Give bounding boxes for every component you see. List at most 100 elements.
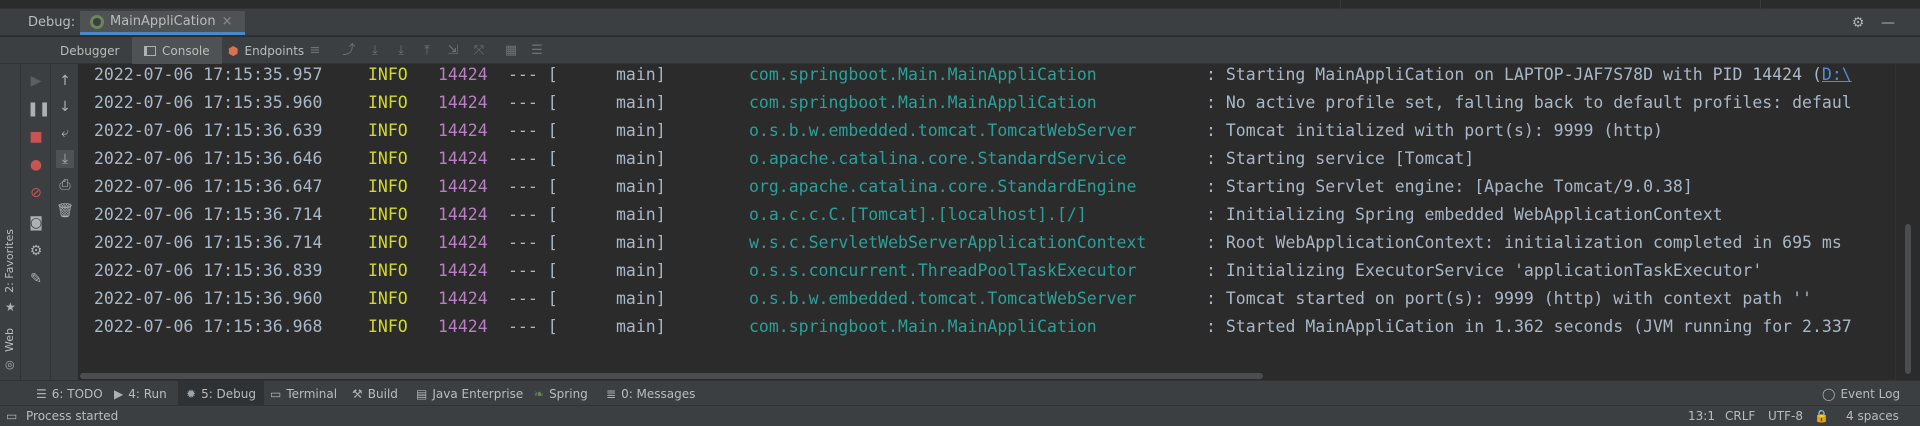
log-line: 2022-07-06 17:15:36.646 INFO 14424 --- [… bbox=[94, 146, 1474, 172]
log-thread: main] bbox=[616, 205, 666, 224]
close-icon[interactable]: × bbox=[222, 14, 233, 29]
frames-icon[interactable]: ▦ bbox=[503, 43, 519, 59]
tab-java-enterprise[interactable]: ▤ Java Enterprise bbox=[412, 381, 527, 406]
log-level: INFO bbox=[368, 149, 408, 168]
line-separator[interactable]: CRLF bbox=[1725, 409, 1755, 423]
tab-debugger[interactable]: Debugger bbox=[50, 37, 129, 64]
view-breakpoints-icon[interactable]: ● bbox=[27, 156, 45, 174]
file-link[interactable]: D:\ bbox=[1822, 65, 1852, 84]
threads-icon[interactable]: ☰ bbox=[529, 43, 545, 59]
horizontal-scroll-thumb[interactable] bbox=[80, 373, 1263, 379]
up-arrow-icon[interactable]: ↑ bbox=[56, 72, 74, 90]
spring-icon: ❧ bbox=[534, 386, 545, 401]
log-level: INFO bbox=[368, 317, 408, 336]
log-pid: 14424 bbox=[438, 205, 488, 224]
pin-icon[interactable]: ✎ bbox=[27, 270, 45, 288]
log-message: : Root WebApplicationContext: initializa… bbox=[1206, 233, 1842, 252]
tab-console[interactable]: Console bbox=[132, 37, 222, 64]
tab-label: 6: TODO bbox=[51, 386, 103, 401]
tab-todo[interactable]: ☰ 6: TODO bbox=[32, 381, 107, 406]
caret-position[interactable]: 13:1 bbox=[1688, 409, 1715, 423]
tab-label: Debugger bbox=[60, 43, 120, 58]
log-separator: --- [ bbox=[508, 177, 558, 196]
gear-icon[interactable]: ⚙ bbox=[27, 242, 45, 260]
pause-icon[interactable]: ❚❚ bbox=[27, 100, 50, 118]
log-line: 2022-07-06 17:15:36.714 INFO 14424 --- [… bbox=[94, 230, 1842, 256]
messages-icon: ≣ bbox=[606, 386, 617, 401]
log-message: : Tomcat started on port(s): 9999 (http)… bbox=[1206, 289, 1812, 308]
status-bar: ▭ Process started 13:1 CRLF UTF-8 🔒 4 sp… bbox=[0, 405, 1920, 426]
evaluate-icon[interactable]: ⤧ bbox=[471, 43, 487, 59]
tab-build[interactable]: ⚒ Build bbox=[348, 381, 402, 406]
trash-icon[interactable]: 🗑 bbox=[56, 202, 74, 220]
down-arrow-icon[interactable]: ↓ bbox=[56, 98, 74, 116]
vertical-scrollbar[interactable] bbox=[1895, 64, 1920, 380]
step-out-icon[interactable]: ⤒ bbox=[419, 43, 435, 59]
tab-label: Console bbox=[162, 43, 210, 58]
log-pid: 14424 bbox=[438, 177, 488, 196]
log-separator: --- [ bbox=[508, 93, 558, 112]
gear-icon[interactable]: ⚙ bbox=[1850, 15, 1866, 31]
log-pid: 14424 bbox=[438, 261, 488, 280]
log-pid: 14424 bbox=[438, 121, 488, 140]
log-message: : Tomcat initialized with port(s): 9999 … bbox=[1206, 121, 1663, 140]
tab-endpoints[interactable]: ⬢ Endpoints bbox=[220, 37, 312, 64]
editor-top-strip bbox=[0, 0, 1920, 9]
resume-icon[interactable]: ▶ bbox=[27, 72, 45, 90]
vertical-scroll-thumb[interactable] bbox=[1905, 224, 1911, 374]
soft-wrap-icon[interactable]: ⤶ bbox=[56, 124, 74, 142]
mute-breakpoints-icon[interactable]: ⊘ bbox=[27, 184, 45, 202]
tab-debug[interactable]: ✹ 5: Debug bbox=[178, 381, 265, 406]
divider bbox=[1340, 0, 1341, 9]
session-tab-label: MainAppliCation bbox=[110, 14, 216, 29]
log-timestamp: 2022-07-06 17:15:35.960 bbox=[94, 93, 323, 112]
log-line: 2022-07-06 17:15:36.647 INFO 14424 --- [… bbox=[94, 174, 1693, 200]
menu-icon[interactable]: ≡ bbox=[307, 43, 323, 59]
star-icon[interactable]: ★ bbox=[5, 300, 16, 314]
log-separator: --- [ bbox=[508, 65, 558, 84]
log-timestamp: 2022-07-06 17:15:36.960 bbox=[94, 289, 323, 308]
show-execution-point-icon[interactable]: ⤴ bbox=[341, 43, 357, 59]
scroll-to-end-icon[interactable]: ⤓ bbox=[56, 150, 74, 168]
log-line: 2022-07-06 17:15:36.714 INFO 14424 --- [… bbox=[94, 202, 1723, 228]
session-tab-mainapplication[interactable]: MainAppliCation × bbox=[80, 11, 245, 35]
debug-actions-column: ▶ ❚❚ ■ ● ⊘ ◙ ⚙ ✎ bbox=[21, 64, 51, 380]
tab-label: 4: Run bbox=[128, 386, 167, 401]
log-logger: org.apache.catalina.core.StandardEngine bbox=[749, 177, 1137, 196]
spring-run-icon bbox=[90, 14, 104, 29]
tab-spring[interactable]: ❧ Spring bbox=[530, 381, 592, 406]
file-encoding[interactable]: UTF-8 bbox=[1768, 409, 1803, 423]
tab-label: 5: Debug bbox=[201, 386, 257, 401]
web-icon[interactable]: ◎ bbox=[5, 358, 15, 371]
step-over-icon[interactable]: ⤓ bbox=[367, 43, 383, 59]
log-separator: --- [ bbox=[508, 121, 558, 140]
stop-icon[interactable]: ■ bbox=[27, 128, 45, 146]
log-logger: o.apache.catalina.core.StandardService bbox=[749, 149, 1127, 168]
minimize-icon[interactable]: — bbox=[1880, 15, 1896, 31]
lock-icon[interactable]: 🔒 bbox=[1814, 409, 1829, 423]
log-pid: 14424 bbox=[438, 317, 488, 336]
favorites-label[interactable]: 2: Favorites bbox=[3, 229, 16, 293]
log-pid: 14424 bbox=[438, 149, 488, 168]
log-pid: 14424 bbox=[438, 233, 488, 252]
debug-icon: ✹ bbox=[186, 386, 197, 401]
event-log-button[interactable]: ◯ Event Log bbox=[1818, 381, 1904, 406]
horizontal-scrollbar[interactable] bbox=[80, 372, 1895, 380]
indent-setting[interactable]: 4 spaces bbox=[1846, 409, 1899, 423]
layout-icon[interactable]: ▭ bbox=[6, 409, 17, 423]
log-pid: 14424 bbox=[438, 289, 488, 308]
step-into-icon[interactable]: ⤓ bbox=[393, 43, 409, 59]
tab-run[interactable]: ▶ 4: Run bbox=[110, 381, 171, 406]
run-to-cursor-icon[interactable]: ⇲ bbox=[445, 43, 461, 59]
log-pid: 14424 bbox=[438, 93, 488, 112]
tab-messages[interactable]: ≣ 0: Messages bbox=[602, 381, 699, 406]
log-timestamp: 2022-07-06 17:15:36.714 bbox=[94, 233, 323, 252]
tab-terminal[interactable]: ▭ Terminal bbox=[266, 381, 341, 406]
web-label[interactable]: Web bbox=[3, 328, 16, 352]
log-thread: main] bbox=[616, 177, 666, 196]
camera-icon[interactable]: ◙ bbox=[27, 214, 45, 232]
console-output[interactable]: 2022-07-06 17:15:35.957 INFO 14424 --- [… bbox=[80, 64, 1895, 380]
print-icon[interactable]: ⎙ bbox=[56, 176, 74, 194]
log-logger: o.s.s.concurrent.ThreadPoolTaskExecutor bbox=[749, 261, 1137, 280]
log-timestamp: 2022-07-06 17:15:36.714 bbox=[94, 205, 323, 224]
